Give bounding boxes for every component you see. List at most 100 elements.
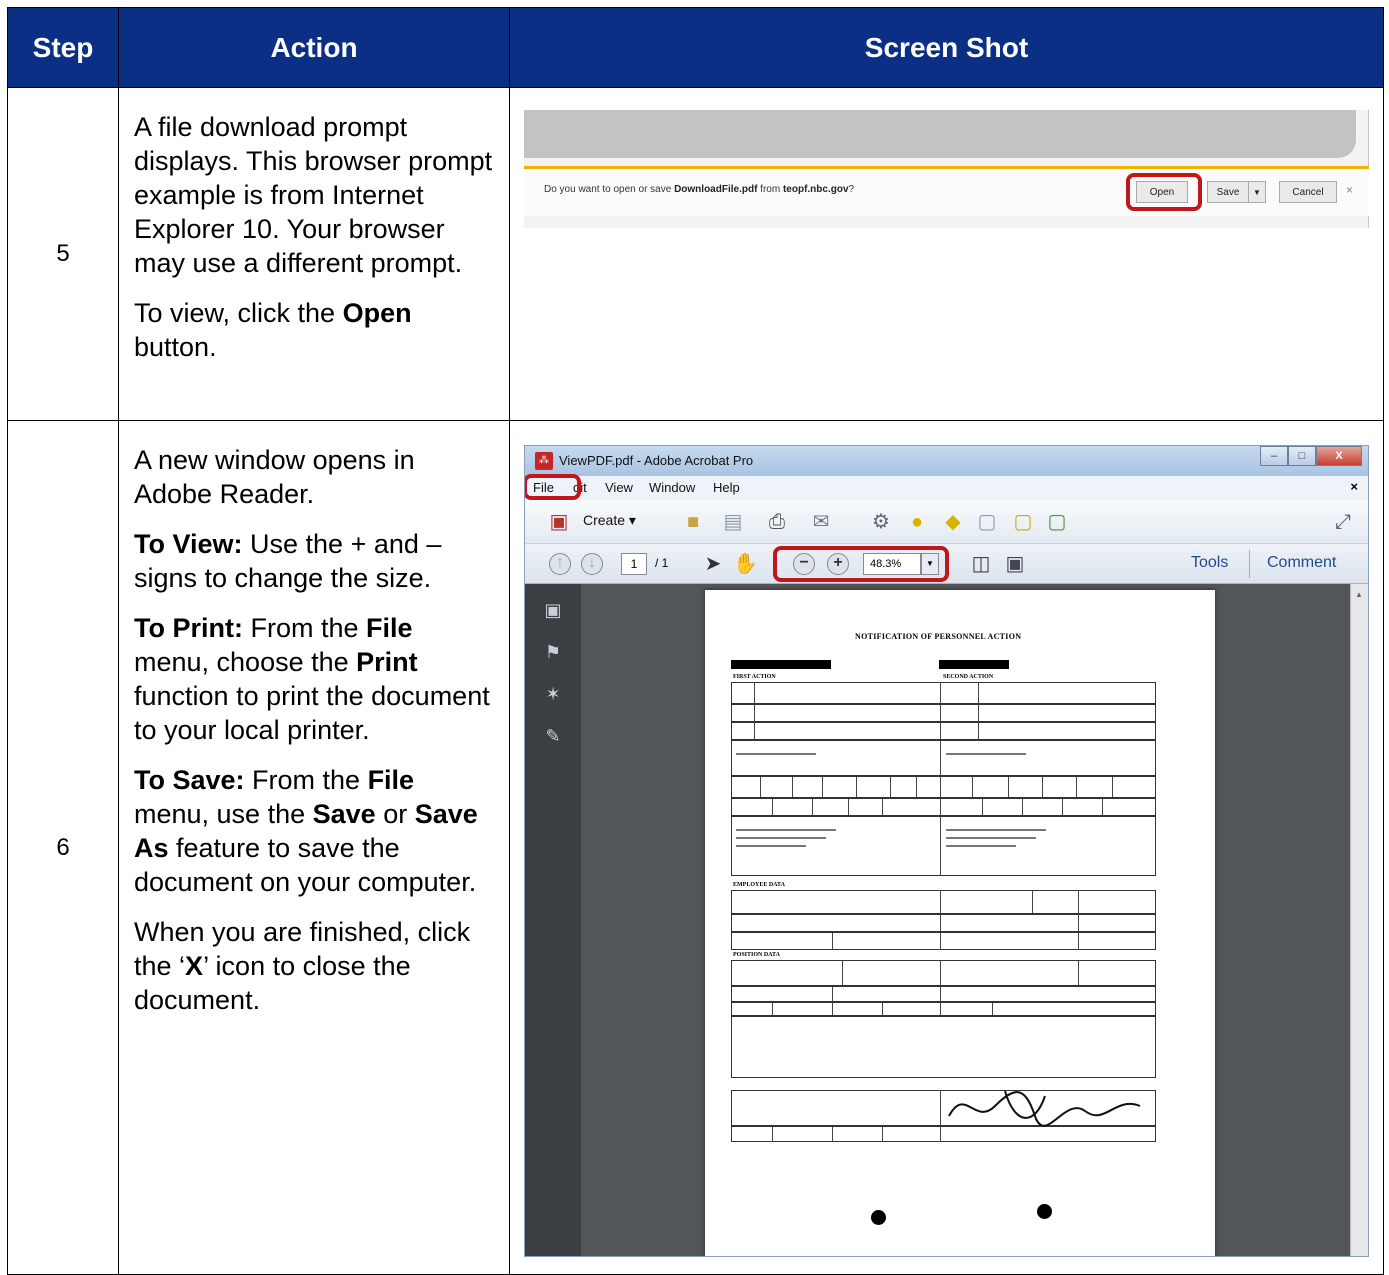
expand-icon[interactable]: ⤢ [1331,510,1355,534]
ie-message-text: ? [848,184,855,195]
save-icon[interactable]: ▤ [721,510,745,534]
create-pdf-icon[interactable]: ▣ [547,510,571,534]
bold-term: To Print: [134,613,243,643]
form-row [731,776,1156,798]
ie-window: Do you want to open or save DownloadFile… [524,110,1369,228]
window-controls: – □ X [1260,446,1362,466]
form-row [731,682,1156,704]
step-row-6: 6 A new window opens in Adobe Reader. To … [7,420,1384,1275]
acrobat-document-area: ▣ ⚑ ✶ ✎ ▲ NOTIFICATION OF PERSONNEL ACTI… [525,584,1368,1256]
section-first-action: FIRST ACTION [733,674,776,680]
acrobat-title-bar: ⁂ ViewPDF.pdf - Adobe Acrobat Pro – □ X [525,446,1368,476]
file-menu-highlight [525,474,581,500]
scroll-up-icon[interactable]: ▲ [1355,590,1363,599]
menu-help[interactable]: Help [713,480,740,495]
ie-download-bar: Do you want to open or save DownloadFile… [524,166,1369,216]
form-row [731,1002,1156,1016]
bold-term: To View: [134,529,243,559]
highlight-icon[interactable]: ◆ [941,510,965,534]
bookmark-icon[interactable]: ⚑ [541,640,565,664]
fit-page-icon[interactable]: ▣ [1003,552,1027,576]
print-icon[interactable]: ⎙ [765,510,789,534]
document-export-icon[interactable]: ▢ [1045,510,1069,534]
create-button[interactable]: Create ▾ [583,512,636,529]
punch-hole [1037,1204,1052,1219]
gear-icon[interactable]: ⚙ [869,510,893,534]
fit-width-icon[interactable]: ◫ [969,552,993,576]
step-number: 5 [7,87,119,421]
acrobat-menu-bar: File dit View Window Help × [525,474,1368,500]
signature-icon[interactable]: ✎ [541,724,565,748]
bold-term: Open [342,298,412,328]
close-window-icon[interactable]: X [1316,446,1362,466]
acrobat-toolbar-main: ▣ Create ▾ ■ ▤ ⎙ ✉ ⚙ ● ◆ ▢ ▢ ▢ ⤢ [525,500,1368,544]
select-cursor-icon[interactable]: ➤ [701,552,725,576]
acrobat-title: ViewPDF.pdf - Adobe Acrobat Pro [559,453,754,468]
chevron-down-icon[interactable]: ▼ [1248,181,1266,203]
ie-message-text: from [757,184,783,195]
ie-page-area [524,110,1356,158]
action-paragraph: When you are finished, click the ‘X’ ico… [134,917,471,1015]
close-icon[interactable]: × [1346,183,1353,197]
comment-pane-button[interactable]: Comment [1267,554,1336,572]
page-number-input[interactable]: 1 [621,553,647,575]
email-icon[interactable]: ✉ [809,510,833,534]
step-row-5: 5 A file download prompt displays. This … [7,87,1384,421]
header-action: Action [118,7,510,88]
form-row [731,740,1156,776]
action-paragraph: To View: Use the + and – signs to change… [134,529,442,593]
form-row [731,722,1156,740]
header-screenshot: Screen Shot [509,7,1384,88]
vertical-scrollbar[interactable]: ▲ [1350,584,1368,1256]
comment-bubble-icon[interactable]: ● [905,510,929,534]
action-paragraph: To Save: From the File menu, use the Sav… [134,765,478,897]
maximize-icon[interactable]: □ [1288,446,1316,466]
menu-window[interactable]: Window [649,480,695,495]
close-document-icon[interactable]: × [1350,479,1358,494]
section-second-action: SECOND ACTION [943,674,994,680]
bold-term: X [185,951,204,981]
action-paragraph: A new window opens in Adobe Reader. [134,445,415,509]
acrobat-toolbar-nav: ↑ ↓ 1 / 1 ➤ ✋ − + 48.3% ▼ ◫ ▣ Tools Comm… [525,544,1368,584]
previous-page-icon[interactable]: ↑ [549,553,571,575]
page-total: / 1 [655,556,669,570]
redaction-bar [731,660,831,669]
action-paragraph: To view, click the Open button. [134,298,412,362]
pdf-form-fields: FIRST ACTION SECOND ACTION EMPLOYEE DATA [731,660,1156,1080]
bold-term: Save [312,799,376,829]
header-step: Step [7,7,119,88]
document-edit-icon[interactable]: ▢ [1011,510,1035,534]
section-position-data: POSITION DATA [733,952,780,958]
next-page-icon[interactable]: ↓ [581,553,603,575]
screenshot-acrobat: ⁂ ViewPDF.pdf - Adobe Acrobat Pro – □ X … [509,420,1384,1275]
form-row [731,798,1156,816]
ie-file-name: DownloadFile.pdf [674,184,758,195]
menu-view[interactable]: View [605,480,633,495]
ie-cancel-button[interactable]: Cancel [1279,181,1337,203]
bold-term: To Save: [134,765,245,795]
hand-tool-icon[interactable]: ✋ [733,552,758,576]
instruction-table: Step Action Screen Shot 5 A file downloa… [7,7,1384,1275]
zoom-controls-highlight [773,546,949,582]
ie-host-name: teopf.nbc.gov [782,184,849,195]
navigation-pane: ▣ ⚑ ✶ ✎ [525,584,581,1256]
ie-message-text: Do you want to open or save [544,184,675,195]
tools-pane-button[interactable]: Tools [1191,554,1228,572]
acrobat-window: ⁂ ViewPDF.pdf - Adobe Acrobat Pro – □ X … [524,445,1369,1257]
ie-save-button[interactable]: Save [1207,181,1249,203]
header-row: Step Action Screen Shot [7,7,1384,88]
form-row [731,890,1156,914]
minimize-icon[interactable]: – [1260,446,1288,466]
bold-term: Print [356,647,418,677]
pdf-page: NOTIFICATION OF PERSONNEL ACTION FIRST A… [705,590,1215,1256]
page-thumbnails-icon[interactable]: ▣ [541,598,565,622]
toolbar-separator [1249,550,1250,578]
action-paragraph: A file download prompt displays. This br… [134,112,493,278]
punch-hole [871,1210,886,1225]
open-folder-icon[interactable]: ■ [681,510,705,534]
document-icon[interactable]: ▢ [975,510,999,534]
attachment-icon[interactable]: ✶ [541,682,565,706]
form-row [731,986,1156,1002]
pdf-form-title: NOTIFICATION OF PERSONNEL ACTION [855,632,1022,641]
action-paragraph: To Print: From the File menu, choose the… [134,613,490,745]
